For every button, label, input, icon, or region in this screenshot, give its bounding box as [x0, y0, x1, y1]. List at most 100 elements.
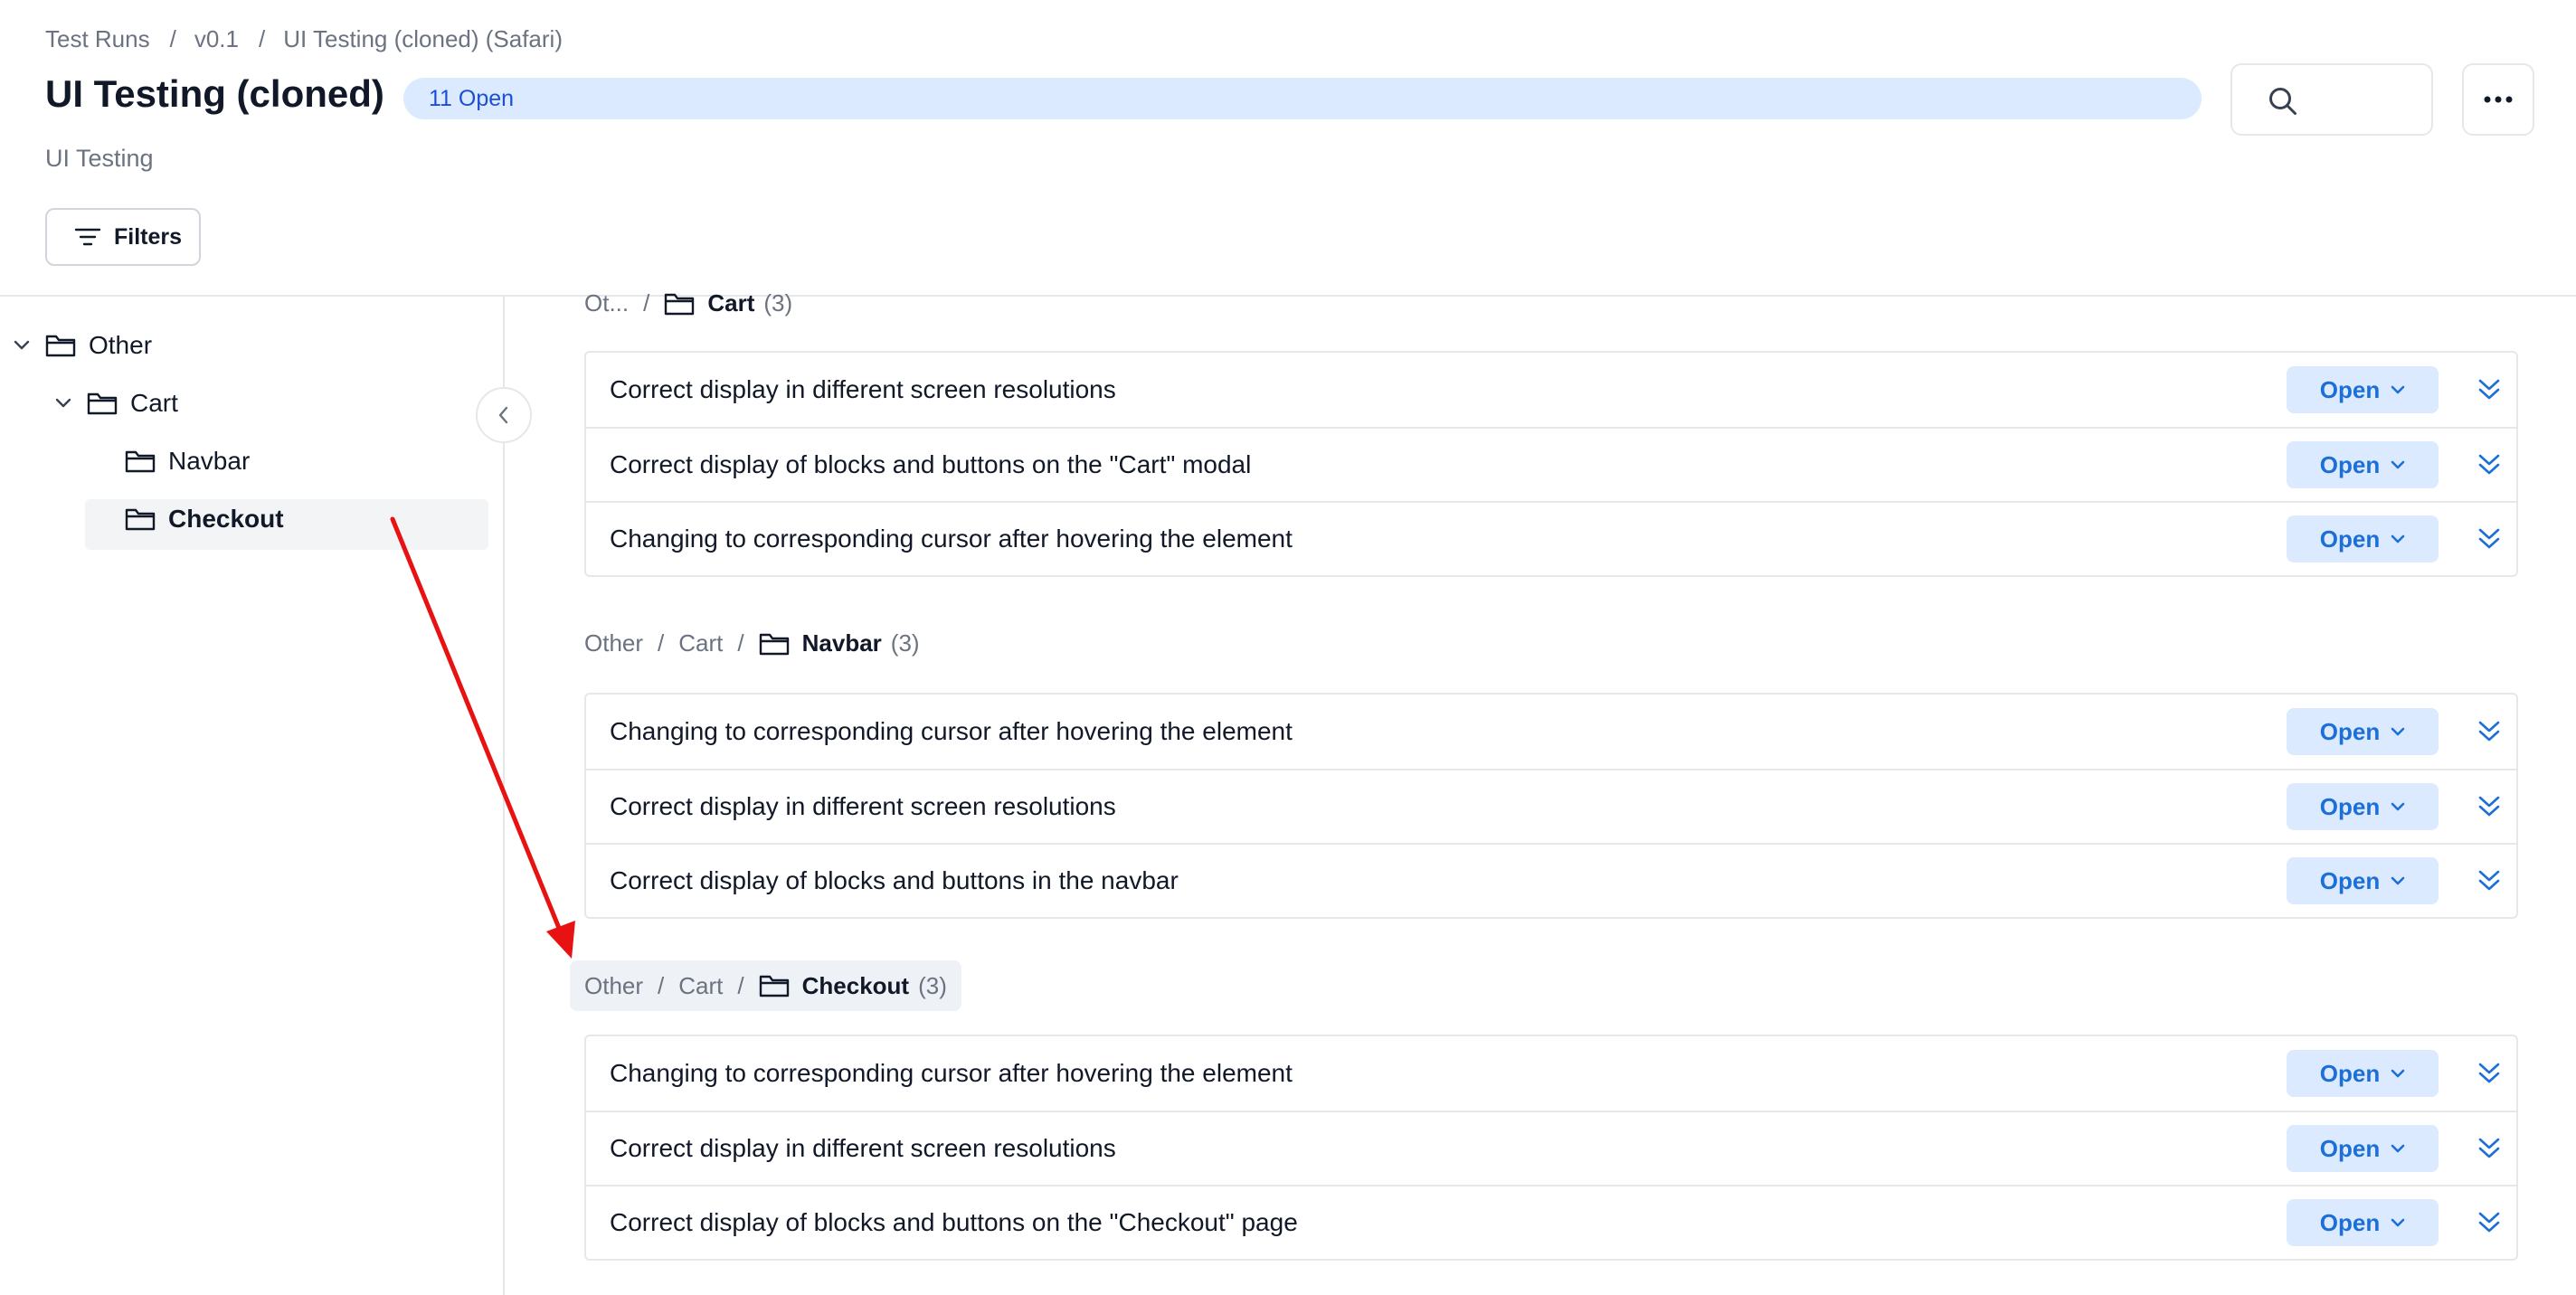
chevron-down-icon — [2391, 727, 2405, 736]
double-chevron-down-icon — [2478, 1138, 2500, 1158]
expand-button[interactable] — [2471, 714, 2507, 750]
group-folder-name: Cart — [707, 289, 755, 317]
folder-icon — [45, 333, 76, 358]
search-button[interactable] — [2230, 63, 2433, 136]
folder-icon — [125, 506, 156, 532]
breadcrumb-item-version[interactable]: v0.1 — [194, 25, 239, 53]
chevron-left-icon — [498, 406, 508, 424]
status-dropdown[interactable]: Open — [2287, 783, 2439, 830]
test-case-list: Correct display in different screen reso… — [584, 351, 2518, 577]
chevron-down-icon — [2391, 1069, 2405, 1078]
breadcrumb-separator: / — [643, 289, 650, 317]
test-case-title[interactable]: Correct display in different screen reso… — [610, 792, 2516, 821]
status-label: Open — [2319, 792, 2381, 820]
status-label: Open — [2319, 866, 2381, 894]
breadcrumb-item-test-runs[interactable]: Test Runs — [45, 25, 150, 53]
page-subtitle: UI Testing — [45, 145, 154, 172]
table-row[interactable]: Changing to corresponding cursor after h… — [586, 695, 2516, 769]
folder-icon — [759, 973, 790, 998]
group-breadcrumb: Other / Cart / Navbar (3) — [584, 629, 920, 657]
status-dropdown[interactable]: Open — [2287, 515, 2439, 562]
tree-item-cart[interactable]: Cart — [51, 389, 178, 418]
group-count: (3) — [918, 971, 947, 999]
group-count: (3) — [763, 289, 793, 317]
tree-item-checkout[interactable]: Checkout — [125, 505, 284, 534]
group-breadcrumb: Ot... / Cart (3) — [584, 289, 792, 317]
more-icon — [2484, 96, 2513, 103]
breadcrumb-separator: / — [658, 971, 665, 999]
expand-button[interactable] — [2471, 1205, 2507, 1241]
test-case-title[interactable]: Changing to corresponding cursor after h… — [610, 525, 2516, 553]
test-case-list: Changing to corresponding cursor after h… — [584, 1035, 2518, 1261]
breadcrumb-separator: / — [737, 971, 744, 999]
chevron-down-icon — [2391, 876, 2405, 885]
open-count-badge: 11 Open — [403, 78, 2202, 119]
expand-button[interactable] — [2471, 789, 2507, 825]
group-crumb-item[interactable]: Other — [584, 972, 643, 1000]
tree-item-navbar[interactable]: Navbar — [125, 447, 250, 476]
status-dropdown[interactable]: Open — [2287, 857, 2439, 904]
expand-button[interactable] — [2471, 863, 2507, 899]
test-case-title[interactable]: Correct display in different screen reso… — [610, 1134, 2516, 1163]
table-row[interactable]: Correct display of blocks and buttons in… — [586, 843, 2516, 917]
group-crumb-item[interactable]: Cart — [678, 629, 723, 657]
double-chevron-down-icon — [2478, 379, 2500, 400]
more-options-button[interactable] — [2462, 63, 2534, 136]
group-crumb-item[interactable]: Ot... — [584, 289, 629, 317]
chevron-down-icon[interactable] — [51, 397, 76, 410]
breadcrumb: Test Runs / v0.1 / UI Testing (cloned) (… — [45, 25, 563, 53]
tree-item-label: Cart — [130, 389, 178, 417]
search-icon — [2269, 88, 2297, 115]
test-case-title[interactable]: Changing to corresponding cursor after h… — [610, 717, 2516, 746]
chevron-down-icon[interactable] — [9, 339, 34, 352]
group-folder-name: Navbar — [801, 629, 882, 657]
tree-item-other[interactable]: Other — [9, 331, 152, 360]
page-title: UI Testing (cloned) — [45, 72, 384, 115]
group-crumb-item[interactable]: Cart — [678, 972, 723, 1000]
expand-button[interactable] — [2471, 1130, 2507, 1167]
status-dropdown[interactable]: Open — [2287, 708, 2439, 755]
status-dropdown[interactable]: Open — [2287, 1050, 2439, 1097]
table-row[interactable]: Changing to corresponding cursor after h… — [586, 1036, 2516, 1111]
table-row[interactable]: Correct display in different screen reso… — [586, 1111, 2516, 1185]
status-label: Open — [2319, 525, 2381, 553]
breadcrumb-item-current: UI Testing (cloned) (Safari) — [283, 25, 563, 52]
collapse-sidebar-button[interactable] — [476, 387, 532, 443]
tree-item-label: Navbar — [168, 447, 251, 475]
folder-icon — [87, 391, 118, 416]
breadcrumb-separator: / — [259, 25, 266, 52]
expand-button[interactable] — [2471, 521, 2507, 557]
chevron-down-icon — [2391, 1144, 2405, 1153]
filter-icon — [74, 228, 101, 246]
table-row[interactable]: Correct display in different screen reso… — [586, 769, 2516, 843]
test-case-title[interactable]: Correct display of blocks and buttons in… — [610, 866, 2516, 895]
table-row[interactable]: Correct display of blocks and buttons on… — [586, 1185, 2516, 1259]
double-chevron-down-icon — [2478, 1063, 2500, 1083]
group-crumb-item[interactable]: Other — [584, 629, 643, 657]
status-label: Open — [2319, 450, 2381, 478]
test-case-title[interactable]: Correct display in different screen reso… — [610, 375, 2516, 404]
test-case-title[interactable]: Changing to corresponding cursor after h… — [610, 1059, 2516, 1088]
tree-item-label: Other — [89, 331, 153, 359]
status-dropdown[interactable]: Open — [2287, 366, 2439, 413]
filters-button[interactable]: Filters — [45, 208, 201, 266]
expand-button[interactable] — [2471, 372, 2507, 408]
status-dropdown[interactable]: Open — [2287, 1125, 2439, 1172]
folder-icon — [125, 449, 156, 474]
status-dropdown[interactable]: Open — [2287, 441, 2439, 488]
breadcrumb-separator: / — [658, 629, 665, 657]
status-dropdown[interactable]: Open — [2287, 1199, 2439, 1246]
table-row[interactable]: Correct display of blocks and buttons on… — [586, 427, 2516, 501]
table-row[interactable]: Changing to corresponding cursor after h… — [586, 501, 2516, 575]
status-label: Open — [2319, 717, 2381, 745]
expand-button[interactable] — [2471, 447, 2507, 483]
test-case-title[interactable]: Correct display of blocks and buttons on… — [610, 1208, 2516, 1237]
test-case-title[interactable]: Correct display of blocks and buttons on… — [610, 450, 2516, 479]
folder-icon — [664, 291, 695, 317]
chevron-down-icon — [2391, 1218, 2405, 1227]
expand-button[interactable] — [2471, 1055, 2507, 1092]
double-chevron-down-icon — [2478, 796, 2500, 817]
table-row[interactable]: Correct display in different screen reso… — [586, 353, 2516, 427]
status-label: Open — [2319, 1134, 2381, 1162]
tree-item-label: Checkout — [168, 505, 284, 533]
